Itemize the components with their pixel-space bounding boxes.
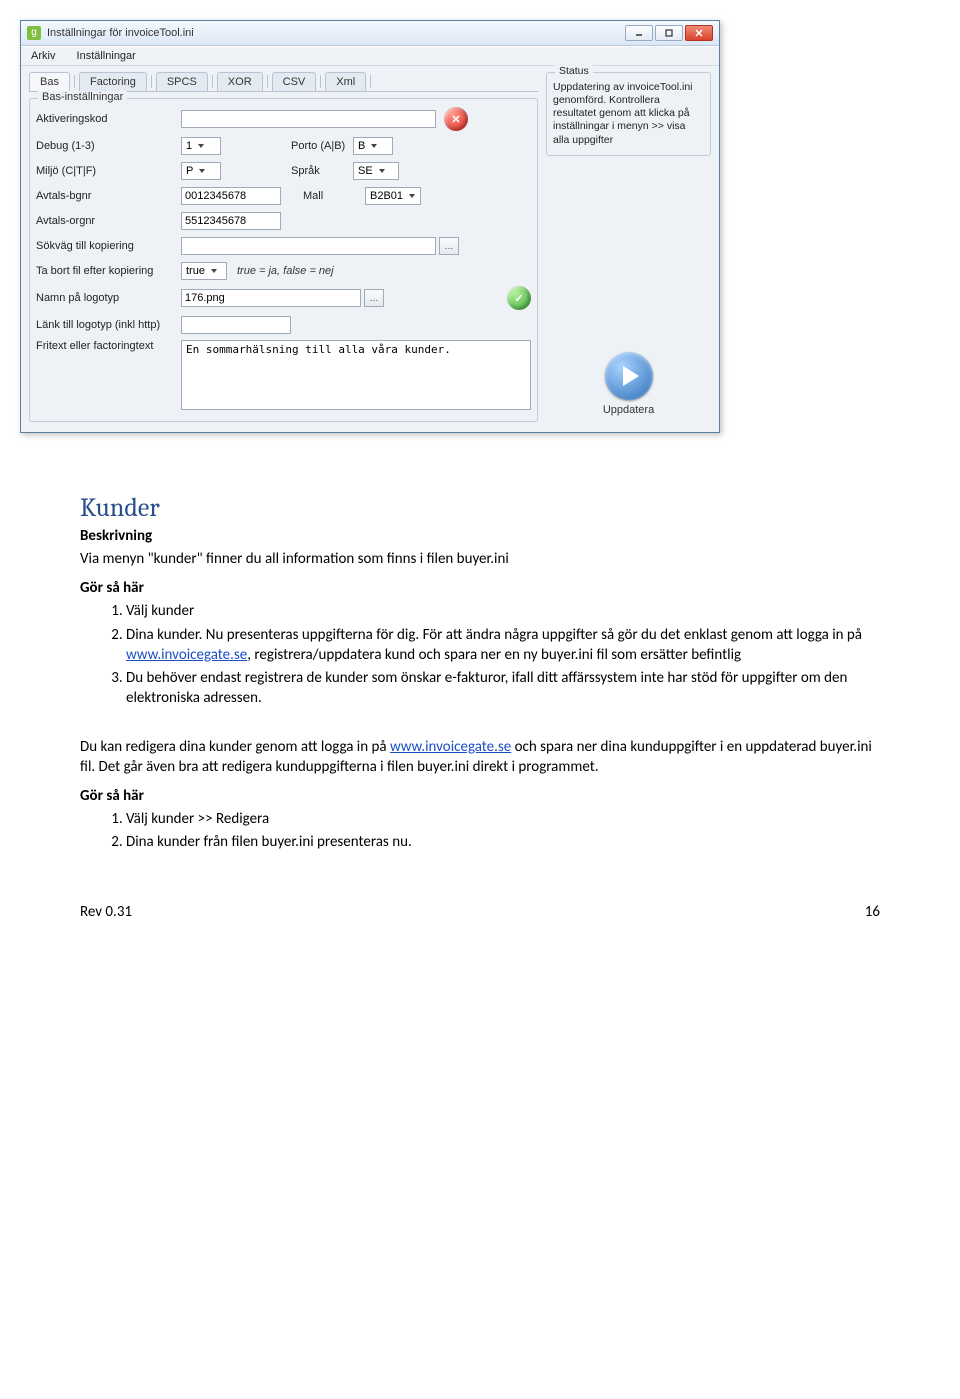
tab-bas[interactable]: Bas bbox=[29, 72, 70, 91]
play-icon bbox=[623, 366, 639, 386]
tabort-select[interactable]: true bbox=[181, 262, 227, 280]
settings-window: g Inställningar för invoiceTool.ini Arki… bbox=[20, 20, 720, 433]
status-box: Status Uppdatering av invoiceTool.ini ge… bbox=[546, 72, 711, 156]
p-beskrivning: Via menyn "kunder" finner du all informa… bbox=[80, 549, 880, 569]
tab-xml[interactable]: Xml bbox=[325, 72, 366, 91]
ok-icon: ✓ bbox=[507, 286, 531, 310]
window-title: Inställningar för invoiceTool.ini bbox=[47, 27, 625, 39]
browse-logo-button[interactable]: … bbox=[364, 289, 384, 307]
sprak-select[interactable]: SE bbox=[353, 162, 399, 180]
list-2: Välj kunder >> Redigera Dina kunder från… bbox=[80, 809, 880, 853]
bgnr-label: Avtals-bgnr bbox=[36, 190, 181, 202]
update-label: Uppdatera bbox=[546, 404, 711, 416]
status-text: Uppdatering av invoiceTool.ini genomförd… bbox=[553, 81, 704, 147]
update-button[interactable] bbox=[605, 352, 653, 400]
tab-xor[interactable]: XOR bbox=[217, 72, 263, 91]
aktiv-input[interactable] bbox=[181, 110, 436, 128]
debug-label: Debug (1-3) bbox=[36, 140, 181, 152]
porto-select[interactable]: B bbox=[353, 137, 393, 155]
status-label: Status bbox=[555, 65, 593, 78]
tab-factoring[interactable]: Factoring bbox=[79, 72, 147, 91]
list-1: Välj kunder Dina kunder. Nu presenteras … bbox=[80, 601, 880, 708]
link-invoicegate-1[interactable]: www.invoicegate.se bbox=[126, 646, 247, 664]
sub-gorsahar-2: Gör så här bbox=[80, 787, 880, 805]
list1-item3: Du behöver endast registrera de kunder s… bbox=[126, 668, 880, 709]
p-redigera: Du kan redigera dina kunder genom att lo… bbox=[80, 737, 880, 778]
browse-button[interactable]: … bbox=[439, 237, 459, 255]
app-icon: g bbox=[27, 26, 41, 40]
group-label: Bas-inställningar bbox=[38, 91, 127, 103]
sokvag-label: Sökväg till kopiering bbox=[36, 240, 181, 252]
fritext-label: Fritext eller factoringtext bbox=[36, 340, 181, 352]
footer-rev: Rev 0.31 bbox=[80, 903, 132, 921]
aktiv-label: Aktiveringskod bbox=[36, 113, 181, 125]
tab-csv[interactable]: CSV bbox=[272, 72, 317, 91]
menu-arkiv[interactable]: Arkiv bbox=[31, 50, 55, 62]
mall-label: Mall bbox=[303, 190, 365, 202]
close-button[interactable] bbox=[685, 25, 713, 41]
menu-installningar[interactable]: Inställningar bbox=[77, 50, 136, 62]
list1-item2: Dina kunder. Nu presenteras uppgifterna … bbox=[126, 625, 880, 666]
minimize-button[interactable] bbox=[625, 25, 653, 41]
tabort-label: Ta bort fil efter kopiering bbox=[36, 265, 181, 277]
orgnr-label: Avtals-orgnr bbox=[36, 215, 181, 227]
link-invoicegate-2[interactable]: www.invoicegate.se bbox=[390, 738, 511, 756]
titlebar[interactable]: g Inställningar för invoiceTool.ini bbox=[21, 21, 719, 46]
heading-kunder: Kunder bbox=[80, 493, 880, 523]
list2-item2: Dina kunder från filen buyer.ini present… bbox=[126, 832, 880, 852]
sokvag-input[interactable] bbox=[181, 237, 436, 255]
tabs: Bas Factoring SPCS XOR CSV Xml bbox=[29, 72, 538, 92]
menubar: Arkiv Inställningar bbox=[21, 46, 719, 66]
link-input[interactable] bbox=[181, 316, 291, 334]
orgnr-input[interactable] bbox=[181, 212, 281, 230]
miljo-select[interactable]: P bbox=[181, 162, 221, 180]
tab-spcs[interactable]: SPCS bbox=[156, 72, 208, 91]
bgnr-input[interactable] bbox=[181, 187, 281, 205]
list1-item1: Välj kunder bbox=[126, 601, 880, 621]
bas-group: Bas-inställningar Aktiveringskod ✕ Debug… bbox=[29, 98, 538, 422]
debug-select[interactable]: 1 bbox=[181, 137, 221, 155]
link-label: Länk till logotyp (inkl http) bbox=[36, 319, 181, 331]
logotyp-label: Namn på logotyp bbox=[36, 292, 181, 304]
list2-item1: Välj kunder >> Redigera bbox=[126, 809, 880, 829]
fritext-input[interactable] bbox=[181, 340, 531, 410]
mall-select[interactable]: B2B01 bbox=[365, 187, 421, 205]
maximize-button[interactable] bbox=[655, 25, 683, 41]
sub-beskrivning: Beskrivning bbox=[80, 527, 880, 545]
porto-label: Porto (A|B) bbox=[291, 140, 353, 152]
miljo-label: Miljö (C|T|F) bbox=[36, 165, 181, 177]
sprak-label: Språk bbox=[291, 165, 353, 177]
footer-page: 16 bbox=[865, 903, 880, 921]
logotyp-input[interactable] bbox=[181, 289, 361, 307]
sub-gorsahar-1: Gör så här bbox=[80, 579, 880, 597]
error-icon: ✕ bbox=[444, 107, 468, 131]
tabort-help: true = ja, false = nej bbox=[237, 265, 334, 277]
